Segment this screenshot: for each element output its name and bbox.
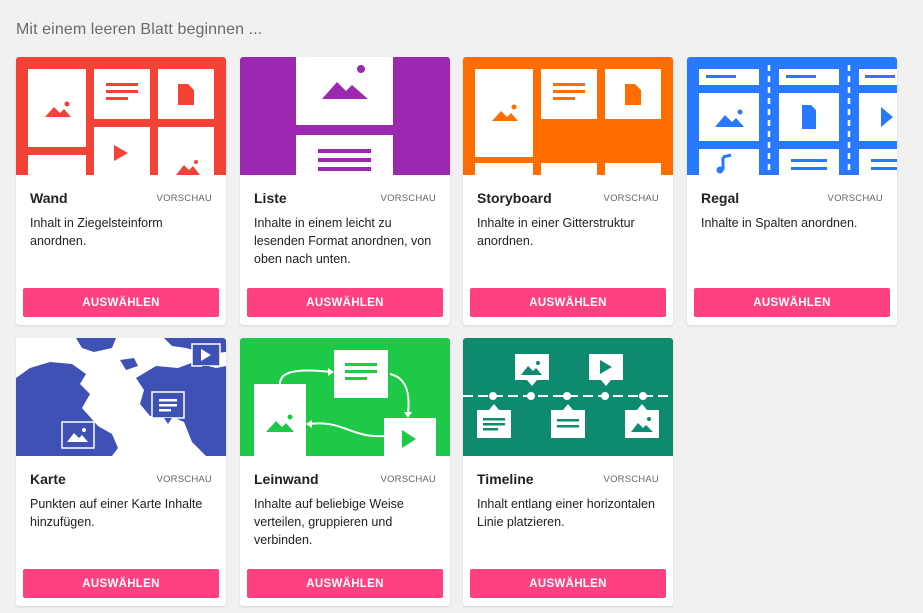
preview-link[interactable]: VORSCHAU bbox=[381, 474, 436, 485]
card-description: Inhalte auf beliebige Weise verteilen, g… bbox=[254, 497, 404, 547]
preview-link[interactable]: VORSCHAU bbox=[157, 193, 212, 204]
select-button[interactable]: AUSWÄHLEN bbox=[694, 288, 890, 317]
wall-layout-icon bbox=[16, 57, 226, 175]
card-title: Timeline bbox=[477, 471, 534, 487]
card-wall[interactable]: Wand VORSCHAU Inhalt in Ziegelsteinform … bbox=[16, 57, 226, 325]
preview-link[interactable]: VORSCHAU bbox=[381, 193, 436, 204]
card-title: Wand bbox=[30, 190, 68, 206]
card-list[interactable]: Liste VORSCHAU Inhalte in einem leicht z… bbox=[240, 57, 450, 325]
card-shelf[interactable]: Regal VORSCHAU Inhalte in Spalten anordn… bbox=[687, 57, 897, 325]
preview-link[interactable]: VORSCHAU bbox=[157, 474, 212, 485]
preview-link[interactable]: VORSCHAU bbox=[604, 474, 659, 485]
map-layout-icon bbox=[16, 338, 226, 456]
select-button[interactable]: AUSWÄHLEN bbox=[247, 569, 443, 598]
card-description: Inhalt entlang einer horizontalen Linie … bbox=[477, 497, 655, 529]
shelf-layout-icon bbox=[687, 57, 897, 175]
card-description: Inhalt in Ziegelsteinform anordnen. bbox=[30, 216, 163, 248]
timeline-layout-icon bbox=[463, 338, 673, 456]
card-description: Inhalte in einem leicht zu lesenden Form… bbox=[254, 216, 432, 266]
canvas-layout-icon bbox=[240, 338, 450, 456]
preview-link[interactable]: VORSCHAU bbox=[828, 193, 883, 204]
card-timeline[interactable]: Timeline VORSCHAU Inhalt entlang einer h… bbox=[463, 338, 673, 606]
select-button[interactable]: AUSWÄHLEN bbox=[470, 569, 666, 598]
card-description: Punkten auf einer Karte Inhalte hinzufüg… bbox=[30, 497, 203, 529]
select-button[interactable]: AUSWÄHLEN bbox=[470, 288, 666, 317]
card-description: Inhalte in einer Gitterstruktur anordnen… bbox=[477, 216, 635, 248]
card-title: Liste bbox=[254, 190, 287, 206]
list-layout-icon bbox=[240, 57, 450, 175]
preview-link[interactable]: VORSCHAU bbox=[604, 193, 659, 204]
storyboard-layout-icon bbox=[463, 57, 673, 175]
card-title: Leinwand bbox=[254, 471, 319, 487]
select-button[interactable]: AUSWÄHLEN bbox=[23, 569, 219, 598]
card-storyboard[interactable]: Storyboard VORSCHAU Inhalte in einer Git… bbox=[463, 57, 673, 325]
card-title: Karte bbox=[30, 471, 66, 487]
card-map[interactable]: Karte VORSCHAU Punkten auf einer Karte I… bbox=[16, 338, 226, 606]
card-title: Storyboard bbox=[477, 190, 552, 206]
select-button[interactable]: AUSWÄHLEN bbox=[23, 288, 219, 317]
card-description: Inhalte in Spalten anordnen. bbox=[701, 216, 858, 230]
card-canvas[interactable]: Leinwand VORSCHAU Inhalte auf beliebige … bbox=[240, 338, 450, 606]
page-heading: Mit einem leeren Blatt beginnen ... bbox=[16, 21, 263, 38]
select-button[interactable]: AUSWÄHLEN bbox=[247, 288, 443, 317]
card-title: Regal bbox=[701, 190, 740, 206]
